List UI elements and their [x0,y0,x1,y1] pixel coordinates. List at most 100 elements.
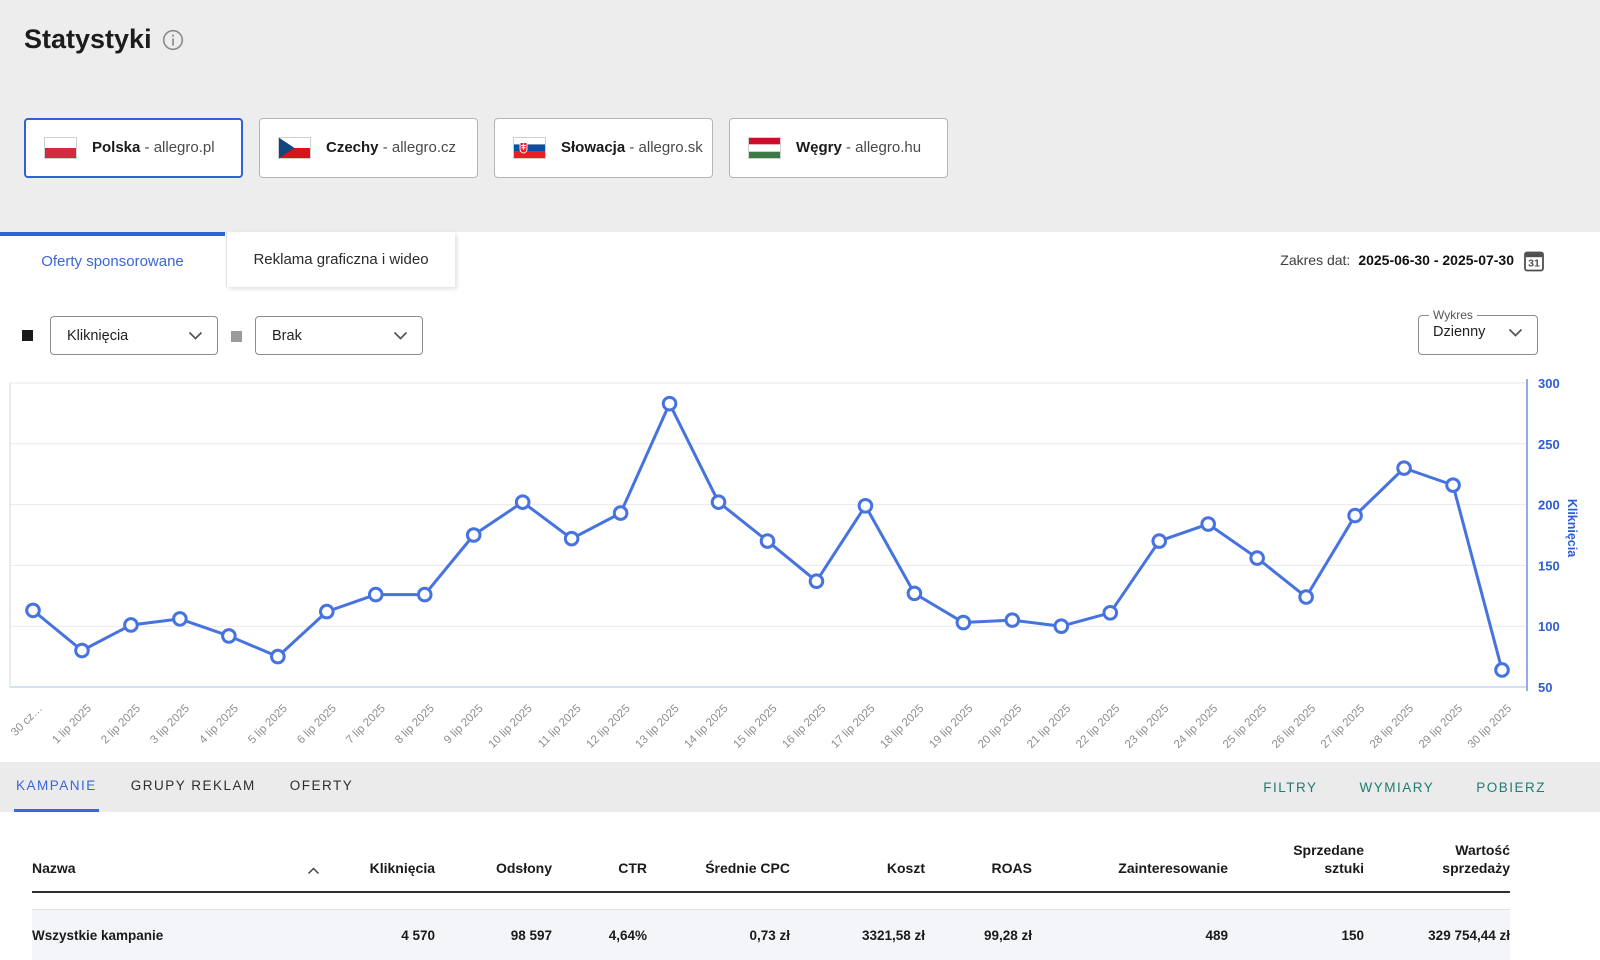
column-header-nazwa[interactable]: Nazwa [32,832,322,892]
metric2-value: Brak [272,328,302,344]
action-filtry[interactable]: FILTRY [1263,762,1317,812]
action-wymiary[interactable]: WYMIARY [1359,762,1434,812]
date-range-label: Zakres dat: [1280,252,1350,268]
x-tick-label: 22 lip 2025 [1074,703,1122,751]
x-tick-label: 26 lip 2025 [1270,703,1318,751]
x-tick-label: 18 lip 2025 [878,703,926,751]
chevron-down-icon [393,331,408,340]
x-tick-label: 12 lip 2025 [584,703,632,751]
x-tick-label: 8 lip 2025 [393,703,437,747]
x-tick-label: 9 lip 2025 [442,703,486,747]
tab-oferty-sponsorowane[interactable]: Oferty sponsorowane [0,232,225,287]
x-tick-label: 14 lip 2025 [682,703,730,751]
campaigns-table: NazwaKliknięciaOdsłonyCTRŚrednie CPCKosz… [32,832,1510,960]
column-header-sprzedane-sztuki[interactable]: Sprzedane sztuki [1228,832,1364,892]
chart-type-value: Dzienny [1433,324,1485,340]
report-toolbar: KAMPANIE GRUPY REKLAM OFERTY FILTRY WYMIARY… [0,762,1600,812]
x-tick-label: 5 lip 2025 [246,703,290,747]
cell-zainteresowanie: 489 [1032,910,1228,960]
market-button-hu[interactable]: Węgry - allegro.hu [729,118,948,178]
tab-reklama-graficzna-i-wideo[interactable]: Reklama graficzna i wideo [226,232,455,287]
report-tab-oferty[interactable]: OFERTY [288,762,356,812]
x-tick-label: 6 lip 2025 [295,703,339,747]
data-point [1349,509,1362,522]
report-tab-kampanie[interactable]: KAMPANIE [14,762,99,812]
market-label: Węgry - allegro.hu [796,139,921,157]
data-point [321,605,334,618]
table-spacer [32,892,1510,910]
page-header: Statystyki [0,0,1600,92]
y-tick-label: 300 [1538,376,1560,391]
data-point [1251,552,1264,565]
data-point [467,529,480,542]
statistics-page: Statystyki Polska - allegro.pl Czechy - a… [0,0,1600,960]
market-button-cz[interactable]: Czechy - allegro.cz [259,118,478,178]
action-pobierz[interactable]: POBIERZ [1476,762,1546,812]
date-range-picker[interactable]: Zakres dat: 2025-06-30 - 2025-07-30 31 [1280,245,1546,275]
data-point [908,587,921,600]
market-button-pl[interactable]: Polska - allegro.pl [24,118,243,178]
market-selector: Polska - allegro.pl Czechy - allegro.cz Sł… [24,118,948,178]
data-point [1496,664,1509,677]
data-point [27,604,40,617]
x-tick-label: 15 lip 2025 [731,703,779,751]
info-icon[interactable] [162,29,184,51]
column-header-ctr[interactable]: CTR [552,832,647,892]
data-point [1202,518,1215,531]
column-header-koszt[interactable]: Koszt [790,832,925,892]
x-tick-label: 28 lip 2025 [1368,703,1416,751]
data-point [810,575,823,588]
market-button-sk[interactable]: Słowacja - allegro.sk [494,118,713,178]
column-header-warto-sprzeda-y[interactable]: Wartość sprzedaży [1364,832,1510,892]
data-point [272,650,285,663]
data-point [1006,614,1019,627]
calendar-icon[interactable]: 31 [1522,248,1546,273]
data-point [369,588,382,601]
y-tick-label: 50 [1538,680,1552,695]
x-tick-label: 25 lip 2025 [1221,703,1269,751]
y-tick-label: 150 [1538,558,1560,573]
x-tick-label: 27 lip 2025 [1319,703,1367,751]
x-tick-label: 24 lip 2025 [1172,703,1220,751]
flag-hu-icon [748,137,781,159]
report-tabs: KAMPANIE GRUPY REKLAM OFERTY [14,762,355,812]
market-label: Polska - allegro.pl [92,139,215,157]
metric1-value: Kliknięcia [67,328,128,344]
column-header-roas[interactable]: ROAS [925,832,1032,892]
column-header-zainteresowanie[interactable]: Zainteresowanie [1032,832,1228,892]
data-point [125,619,138,632]
flag-cz-icon [278,137,311,159]
y-axis-title: Kliknięcia [1565,499,1579,558]
y-tick-label: 250 [1538,437,1560,452]
x-tick-label: 23 lip 2025 [1123,703,1171,751]
column-header--rednie-cpc[interactable]: Średnie CPC [647,832,790,892]
data-point [712,496,725,509]
data-point [1055,620,1068,633]
page-title: Statystyki [24,24,184,55]
x-tick-label: 10 lip 2025 [487,703,535,751]
campaigns-table-area: NazwaKliknięciaOdsłonyCTRŚrednie CPCKosz… [0,812,1600,960]
sort-asc-icon[interactable] [307,867,320,875]
data-point [223,630,236,643]
metric1-select[interactable]: Kliknięcia [50,316,218,355]
cell-koszt: 3321,58 zł [790,910,925,960]
clicks-line-chart: 30025020015010050Kliknięcia30 cz…1 lip 2… [0,368,1600,760]
metric2-select[interactable]: Brak [255,316,423,355]
x-tick-label: 13 lip 2025 [633,703,681,751]
data-point [614,507,627,520]
data-point [957,616,970,629]
x-tick-label: 29 lip 2025 [1417,703,1465,751]
report-tab-grupy-reklam[interactable]: GRUPY REKLAM [129,762,258,812]
column-header-klikni-cia[interactable]: Kliknięcia [322,832,435,892]
chart-type-select[interactable]: Wykres Dzienny [1418,308,1538,355]
column-header-ods-ony[interactable]: Odsłony [435,832,552,892]
data-point [1104,607,1117,620]
date-range-value: 2025-06-30 - 2025-07-30 [1358,252,1514,268]
flag-pl-icon [44,137,77,159]
y-tick-label: 100 [1538,619,1560,634]
cell-warto-sprzeda-y: 329 754,44 zł [1364,910,1510,960]
data-point [418,588,431,601]
data-point [516,496,529,509]
x-tick-label: 19 lip 2025 [927,703,975,751]
chevron-down-icon [188,331,203,340]
